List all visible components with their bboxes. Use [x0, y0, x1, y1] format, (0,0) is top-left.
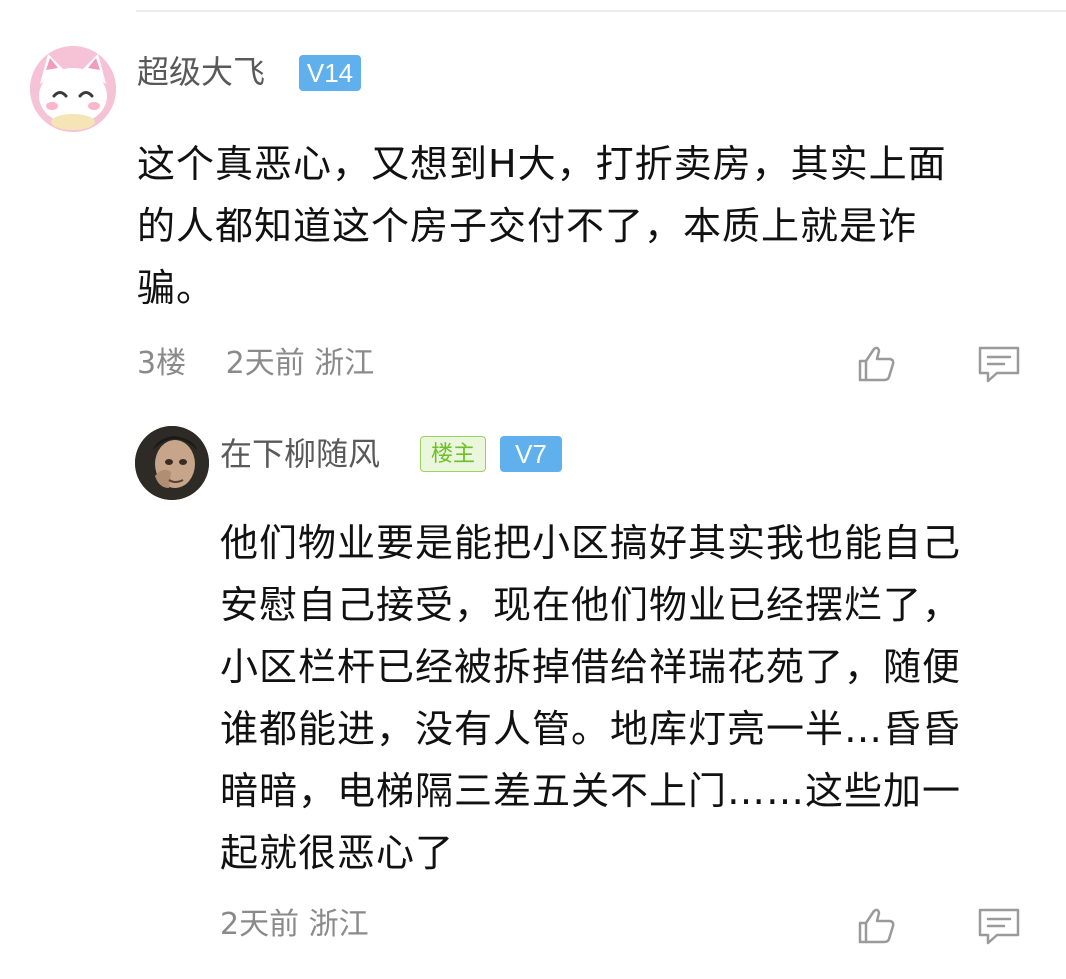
person-avatar-icon	[135, 426, 209, 500]
level-badge: V7	[500, 436, 562, 472]
level-badge: V14	[299, 55, 361, 91]
op-badge: 楼主	[420, 436, 486, 472]
timestamp: 2天前	[220, 907, 300, 942]
location: 浙江	[314, 346, 375, 381]
comment-thread: 超级大飞 V14 这个真恶心，又想到H大，打折卖房，其实上面 的人都知道这个房子…	[0, 0, 1066, 979]
reply-button[interactable]	[975, 902, 1023, 950]
reply-avatar[interactable]	[135, 426, 209, 500]
reply-text: 他们物业要是能把小区搞好其实我也能自己 安慰自己接受，现在他们物业已经摆烂了， …	[220, 521, 962, 875]
avatar[interactable]	[30, 46, 116, 132]
timestamp: 2天前	[225, 346, 305, 381]
divider	[136, 10, 1066, 12]
comment-meta: 3楼 2天前 浙江	[137, 344, 374, 384]
comment-icon	[978, 908, 1020, 945]
comment-text: 这个真恶心，又想到H大，打折卖房，其实上面 的人都知道这个房子交付不了，本质上就…	[137, 142, 947, 310]
reply-button[interactable]	[975, 340, 1023, 388]
cat-avatar-icon	[30, 46, 116, 132]
location: 浙江	[308, 907, 369, 942]
like-button[interactable]	[852, 340, 900, 388]
floor-number: 3楼	[137, 346, 187, 381]
thumbs-up-icon	[858, 908, 895, 944]
reply-meta: 2天前 浙江	[220, 905, 369, 945]
like-button[interactable]	[852, 902, 900, 950]
comment-icon	[978, 346, 1020, 383]
reply-username[interactable]: 在下柳随风	[220, 432, 380, 476]
thumbs-up-icon	[858, 346, 895, 382]
username[interactable]: 超级大飞	[137, 50, 265, 94]
